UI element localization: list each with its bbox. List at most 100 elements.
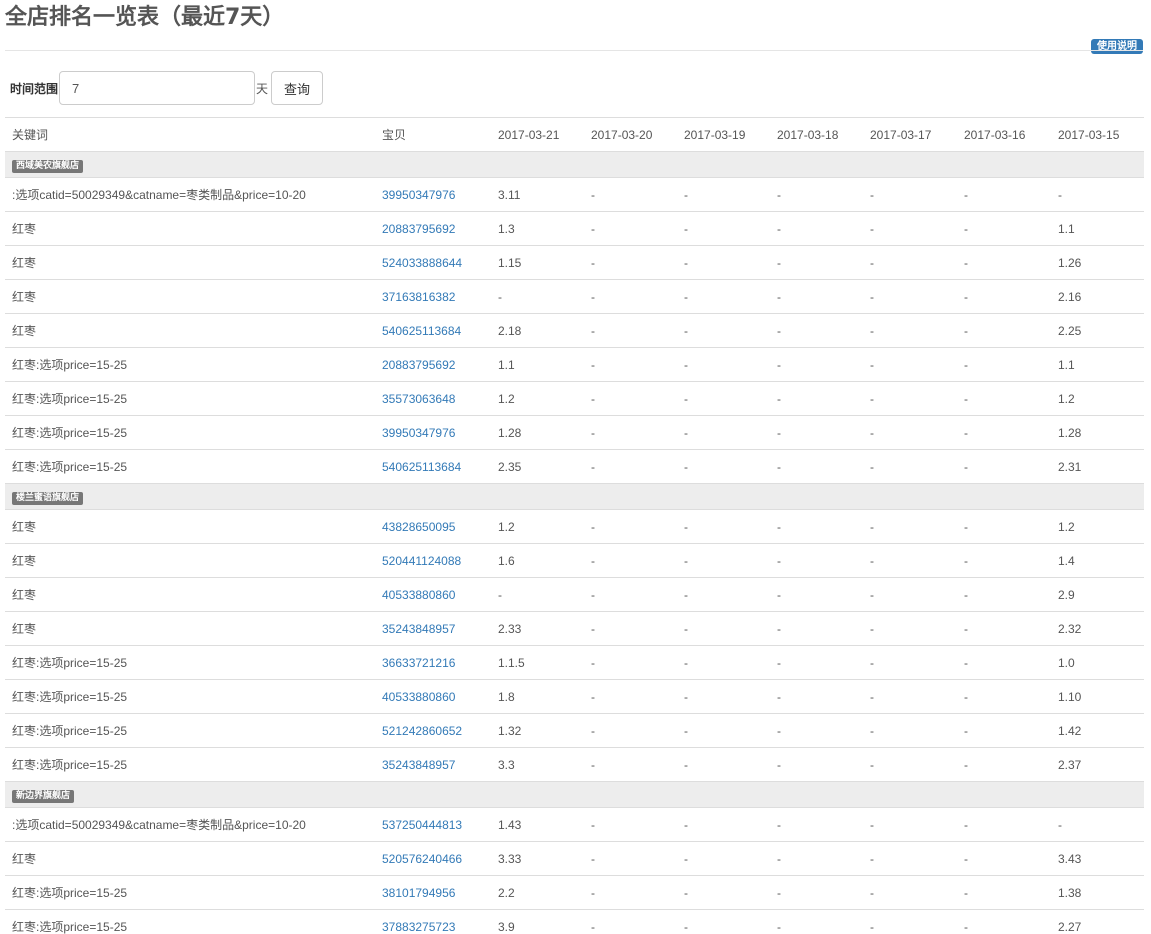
item-cell: 39950347976 <box>375 415 491 450</box>
rank-cell: - <box>584 509 677 544</box>
keyword-cell: 红枣 <box>5 211 375 246</box>
rank-cell: - <box>770 807 863 842</box>
table-row: 红枣 540625113684 2.18- - - - -2.25 <box>5 313 1144 348</box>
page: 全店排名一览表（最近7天） 使用说明 时间范围 天 查询 关键词宝贝2017-0… <box>0 0 1151 934</box>
rank-cell: - <box>677 611 770 646</box>
rank-cell: - <box>770 177 863 212</box>
rank-cell: - <box>677 543 770 578</box>
item-id-link[interactable]: 40533880860 <box>382 588 455 602</box>
rank-cell: - <box>677 177 770 212</box>
item-id-link[interactable]: 35243848957 <box>382 622 455 636</box>
rank-cell: - <box>677 713 770 748</box>
rank-cell: - <box>584 313 677 348</box>
rank-cell: - <box>1051 177 1144 212</box>
rank-cell: - <box>584 279 677 314</box>
item-id-link[interactable]: 35243848957 <box>382 758 455 772</box>
item-cell: 537250444813 <box>375 807 491 842</box>
table-row: 红枣:选项price=15-25 36633721216 1.1.5- - - - -1.0 <box>5 645 1144 680</box>
rank-cell: - <box>584 841 677 876</box>
rank-cell: - <box>677 645 770 680</box>
item-id-link[interactable]: 37163816382 <box>382 290 455 304</box>
rank-cell: - <box>957 611 1051 646</box>
rank-cell: - <box>677 875 770 910</box>
table-row: 红枣 520441124088 1.6- - - - -1.4 <box>5 543 1144 578</box>
store-name-badge: 楼兰蜜语旗舰店 <box>12 491 84 505</box>
page-title: 全店排名一览表（最近7天） <box>5 5 285 30</box>
item-id-link[interactable]: 540625113684 <box>382 324 461 338</box>
rank-cell: - <box>957 415 1051 450</box>
rank-cell: - <box>863 807 957 842</box>
item-id-link[interactable]: 520576240466 <box>382 852 462 866</box>
column-header-date: 2017-03-20 <box>584 117 677 152</box>
item-id-link[interactable]: 520441124088 <box>382 554 461 568</box>
item-cell: 39950347976 <box>375 177 491 212</box>
rank-cell: - <box>677 381 770 416</box>
column-header-date: 2017-03-19 <box>677 117 770 152</box>
item-cell: 37163816382 <box>375 279 491 314</box>
rank-cell: - <box>863 245 957 280</box>
rank-cell: 3.3 <box>491 747 584 782</box>
keyword-cell: 红枣 <box>5 245 375 280</box>
table-row: 红枣:选项price=15-25 39950347976 1.28- - - - -1.28 <box>5 415 1144 450</box>
keyword-cell: 红枣 <box>5 313 375 348</box>
item-id-link[interactable]: 540625113684 <box>382 460 461 474</box>
item-id-link[interactable]: 20883795692 <box>382 358 455 372</box>
rank-cell: - <box>770 245 863 280</box>
rank-cell: - <box>863 449 957 484</box>
days-input[interactable] <box>59 71 256 105</box>
table-row: 红枣:选项price=15-25 540625113684 2.35- - - - -2.3… <box>5 449 1144 484</box>
query-button[interactable]: 查询 <box>271 71 324 105</box>
table-row: 红枣 520576240466 3.33- - - - -3.43 <box>5 841 1144 876</box>
item-cell: 43828650095 <box>375 509 491 544</box>
column-header-date: 2017-03-16 <box>957 117 1051 152</box>
rank-cell: - <box>957 279 1051 314</box>
rank-cell: 2.18 <box>491 313 584 348</box>
rank-cell: 2.32 <box>1051 611 1144 646</box>
item-cell: 540625113684 <box>375 313 491 348</box>
item-id-link[interactable]: 36633721216 <box>382 656 455 670</box>
rank-cell: 2.2 <box>491 875 584 910</box>
item-id-link[interactable]: 37883275723 <box>382 920 455 934</box>
store-name-badge: 西域美农旗舰店 <box>12 159 84 173</box>
rank-cell: - <box>584 713 677 748</box>
column-header-item: 宝贝 <box>375 117 491 152</box>
rank-cell: - <box>863 841 957 876</box>
keyword-cell: 红枣 <box>5 509 375 544</box>
rank-cell: 1.43 <box>491 807 584 842</box>
rank-cell: 1.8 <box>491 679 584 714</box>
rank-cell: 1.28 <box>491 415 584 450</box>
rank-cell: - <box>863 577 957 612</box>
item-id-link[interactable]: 521242860652 <box>382 724 462 738</box>
column-header-keyword: 关键词 <box>5 117 375 152</box>
item-cell: 37883275723 <box>375 909 491 934</box>
rank-cell: - <box>584 245 677 280</box>
item-id-link[interactable]: 20883795692 <box>382 222 455 236</box>
rank-cell: - <box>957 313 1051 348</box>
rank-cell: - <box>863 381 957 416</box>
rank-cell: 1.15 <box>491 245 584 280</box>
item-id-link[interactable]: 40533880860 <box>382 690 455 704</box>
rank-cell: - <box>957 245 1051 280</box>
item-id-link[interactable]: 39950347976 <box>382 426 455 440</box>
item-id-link[interactable]: 537250444813 <box>382 818 462 832</box>
item-cell: 20883795692 <box>375 211 491 246</box>
rank-cell: - <box>957 713 1051 748</box>
rank-cell: - <box>584 909 677 934</box>
store-name-badge: 新边界旗舰店 <box>12 789 75 803</box>
rank-cell: - <box>957 211 1051 246</box>
rank-cell: - <box>957 577 1051 612</box>
table-row: 红枣:选项price=15-25 20883795692 1.1- - - - -1.1 <box>5 347 1144 382</box>
table-row: :选项catid=50029349&catname=枣类制品&price=10-… <box>5 177 1144 212</box>
item-id-link[interactable]: 524033888644 <box>382 256 462 270</box>
item-id-link[interactable]: 39950347976 <box>382 188 455 202</box>
rank-cell: - <box>957 449 1051 484</box>
item-id-link[interactable]: 35573063648 <box>382 392 455 406</box>
item-id-link[interactable]: 38101794956 <box>382 886 455 900</box>
rank-cell: - <box>677 841 770 876</box>
help-button[interactable]: 使用说明 <box>1091 39 1143 54</box>
rank-cell: - <box>677 679 770 714</box>
item-id-link[interactable]: 43828650095 <box>382 520 455 534</box>
item-cell: 520441124088 <box>375 543 491 578</box>
store-group-cell: 楼兰蜜语旗舰店 <box>5 483 1144 510</box>
rank-cell: - <box>863 313 957 348</box>
